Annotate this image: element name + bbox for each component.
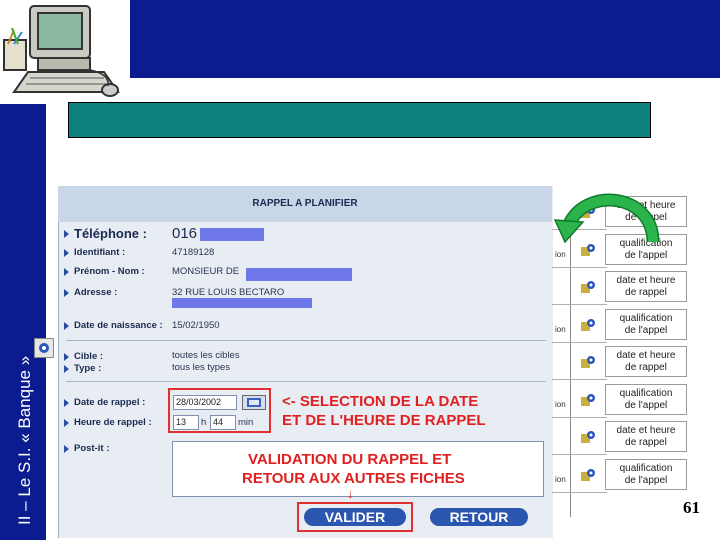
- top-band: [46, 0, 720, 78]
- gear-icon: [581, 431, 595, 443]
- bullet-icon: [64, 230, 69, 238]
- list-item-line2: de rappel: [625, 362, 667, 373]
- bullet-icon: [64, 399, 69, 407]
- gear-icon: [581, 281, 595, 293]
- list-separator: [552, 304, 607, 305]
- date-rappel-label: Date de rappel :: [74, 397, 146, 408]
- heure-rappel-label: Heure de rappel :: [74, 417, 152, 428]
- identifiant-value: 47189128: [172, 247, 215, 258]
- minutes-input[interactable]: 44: [210, 415, 236, 430]
- title-box: [68, 102, 651, 138]
- cut-off-text: ion: [555, 325, 566, 334]
- redacted-bar: [246, 268, 352, 281]
- bullet-icon: [64, 353, 69, 361]
- bullet-icon: [64, 289, 69, 297]
- date-rappel-input[interactable]: 28/03/2002: [173, 395, 237, 410]
- list-item-line1: qualification: [619, 463, 673, 474]
- minutes-unit: min: [238, 417, 254, 428]
- identifiant-label: Identifiant :: [74, 247, 126, 258]
- cible-label: Cible :: [74, 351, 104, 362]
- annotation-validation-line1: VALIDATION DU RAPPEL ET: [248, 451, 452, 468]
- list-item[interactable]: qualification de l'appel: [605, 309, 687, 340]
- list-item-line1: date et heure: [616, 350, 676, 361]
- list-separator: [552, 492, 607, 493]
- curved-arrow-icon: [553, 193, 660, 244]
- heure-input[interactable]: 13: [173, 415, 199, 430]
- cut-off-text: ion: [555, 475, 566, 484]
- panel-title: RAPPEL A PLANIFIER: [252, 198, 358, 209]
- postit-label: Post-it :: [74, 443, 110, 454]
- naissance-label: Date de naissance :: [74, 320, 163, 331]
- gear-icon: [581, 356, 595, 368]
- computer-illustration-icon: [0, 0, 130, 104]
- calendar-icon[interactable]: [242, 395, 266, 410]
- redacted-bar: [200, 228, 264, 241]
- list-item[interactable]: qualification de l'appel: [605, 384, 687, 415]
- retour-button[interactable]: RETOUR: [430, 508, 528, 526]
- telephone-value: 016: [172, 225, 198, 242]
- gear-icon: [581, 469, 595, 481]
- list-item-line1: date et heure: [616, 425, 676, 436]
- list-item-line2: de rappel: [625, 287, 667, 298]
- bullet-icon: [64, 419, 69, 427]
- adresse-value: 32 RUE LOUIS BECTARO: [172, 287, 285, 298]
- list-item-line1: date et heure: [616, 275, 676, 286]
- list-separator: [552, 379, 607, 380]
- type-label: Type :: [74, 363, 102, 374]
- annotation-date-line1: <- SELECTION DE LA DATE: [282, 393, 479, 410]
- list-item-line2: de l'appel: [624, 250, 668, 261]
- gear-icon: [581, 394, 595, 406]
- list-item-line1: qualification: [619, 388, 673, 399]
- list-item[interactable]: date et heure de rappel: [605, 346, 687, 377]
- list-separator: [552, 417, 607, 418]
- list-item-line2: de l'appel: [624, 400, 668, 411]
- naissance-value: 15/02/1950: [172, 320, 220, 331]
- list-separator: [552, 267, 607, 268]
- heure-unit: h: [201, 417, 207, 428]
- list-item-line2: de l'appel: [624, 475, 668, 486]
- gear-icon: [34, 338, 54, 358]
- list-separator: [552, 454, 607, 455]
- cut-off-text: ion: [555, 250, 566, 259]
- divider: [66, 340, 546, 341]
- redacted-bar: [172, 298, 312, 308]
- list-separator: [552, 342, 607, 343]
- list-item[interactable]: qualification de l'appel: [605, 459, 687, 490]
- bullet-icon: [64, 445, 69, 453]
- bullet-icon: [64, 249, 69, 257]
- cible-value: toutes les cibles: [172, 350, 240, 361]
- list-divider: [570, 225, 571, 517]
- nom-value: MONSIEUR DE: [172, 266, 240, 277]
- list-item[interactable]: date et heure de rappel: [605, 421, 687, 452]
- list-item-line2: de rappel: [625, 437, 667, 448]
- cut-off-text: ion: [555, 400, 566, 409]
- list-item-line1: qualification: [619, 313, 673, 324]
- bullet-icon: [64, 268, 69, 276]
- adresse-label: Adresse :: [74, 287, 118, 298]
- type-value: tous les types: [172, 362, 231, 373]
- valider-button[interactable]: VALIDER: [304, 508, 406, 526]
- page-number: 61: [683, 498, 700, 517]
- annotation-date-line2: ET DE L'HEURE DE RAPPEL: [282, 412, 486, 429]
- list-item-line2: de l'appel: [624, 325, 668, 336]
- bullet-icon: [64, 322, 69, 330]
- gear-icon: [581, 319, 595, 331]
- divider: [66, 381, 546, 382]
- down-arrow-icon: ↓: [347, 486, 354, 501]
- nom-label: Prénom - Nom :: [74, 266, 145, 277]
- bullet-icon: [64, 365, 69, 373]
- telephone-label: Téléphone :: [74, 226, 147, 241]
- list-item[interactable]: date et heure de rappel: [605, 271, 687, 302]
